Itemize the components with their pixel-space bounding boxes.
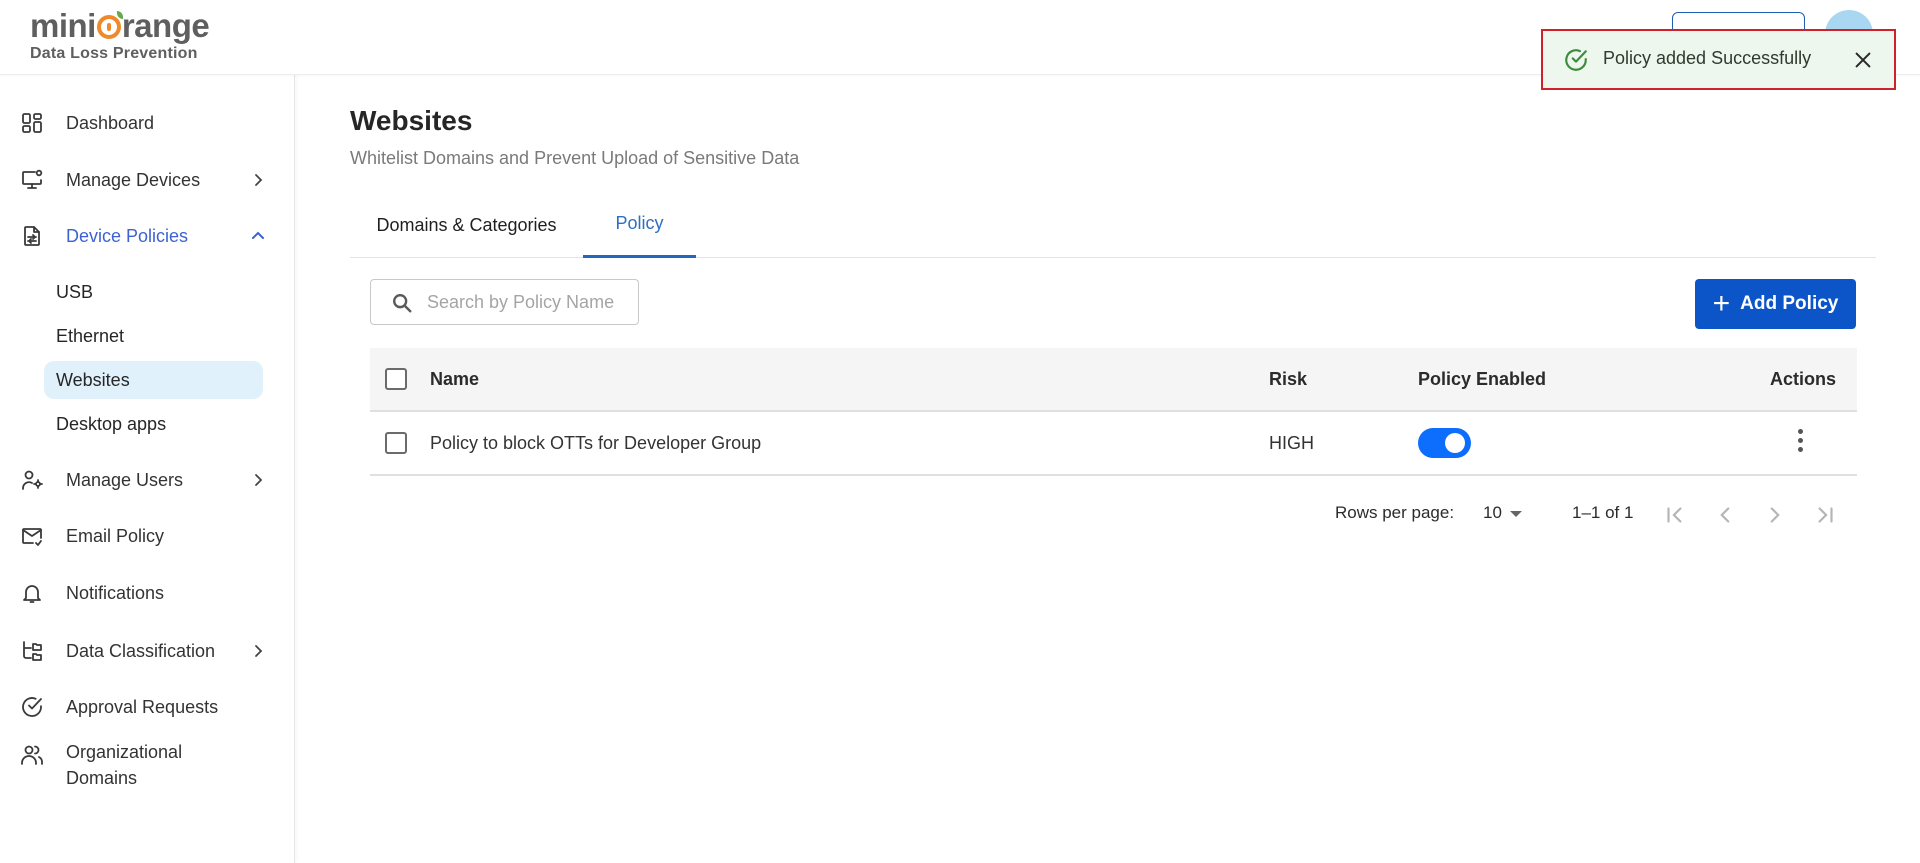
first-page-icon[interactable] [1662,502,1688,528]
sidebar-item-manage-users[interactable]: Manage Users [0,457,294,503]
sidebar-subitem-desktop-apps[interactable]: Desktop apps [44,405,263,443]
column-header-risk[interactable]: Risk [1269,348,1307,410]
chevron-right-icon [250,472,266,488]
pagination-range: 1–1 of 1 [1572,503,1634,522]
sidebar-item-approval-requests[interactable]: Approval Requests [0,684,294,730]
toggle-knob [1445,433,1465,453]
sidebar-item-email-policy[interactable]: Email Policy [0,513,294,559]
previous-page-icon[interactable] [1712,502,1738,528]
risk-cell: HIGH [1269,432,1314,453]
pagination: Rows per page: 10 1–1 of 1 [350,500,1857,530]
user-settings-icon [20,468,44,492]
next-page-icon[interactable] [1762,502,1788,528]
check-circle-icon [1563,47,1589,73]
sidebar-item-label: Dashboard [66,112,155,133]
sidebar-item-label: Notifications [66,582,165,603]
select-all-checkbox[interactable] [385,368,407,390]
policy-enabled-toggle[interactable] [1418,428,1471,458]
sidebar-subitem-ethernet[interactable]: Ethernet [44,317,263,355]
brand-subtitle: Data Loss Prevention [30,45,198,62]
bell-icon [20,581,44,605]
plus-icon: + [1712,287,1731,320]
mail-check-icon [20,524,44,548]
search-icon [391,292,413,314]
monitor-icon [20,168,44,192]
row-checkbox[interactable] [385,432,407,454]
check-circle-icon [20,695,44,719]
column-header-actions: Actions [1770,368,1837,389]
last-page-icon[interactable] [1812,502,1838,528]
label-line: Domains [66,768,138,788]
table-row[interactable]: Policy to block OTTs for Developer Group… [370,412,1857,476]
column-header-name[interactable]: Name [430,348,479,410]
label-line: Organizational [66,742,183,762]
dashboard-icon [20,111,44,135]
sidebar-item-label: Organizational Domains [66,739,182,791]
add-policy-label: Add Policy [1740,293,1839,314]
sidebar-item-label: Data Classification [66,640,216,661]
sidebar-item-dashboard[interactable]: Dashboard [0,100,294,146]
search-input[interactable] [427,288,627,316]
sidebar-subitem-websites[interactable]: Websites [44,361,263,399]
folder-tree-icon [20,639,44,663]
brand-name-part: mini [30,7,96,44]
policy-document-icon [20,224,44,248]
caret-down-icon[interactable] [1510,511,1522,517]
sidebar-item-organizational-domains[interactable]: Organizational Domains [0,739,294,799]
sidebar-item-label: Manage Devices [66,169,201,190]
rows-per-page-select[interactable]: 10 [1483,503,1502,523]
toast-message: Policy added Successfully [1603,48,1812,68]
sidebar-item-label: Manage Users [66,469,184,490]
tab-domains-categories[interactable]: Domains & Categories [350,192,583,258]
sidebar-item-data-classification[interactable]: Data Classification [0,628,294,674]
sidebar-item-label: Approval Requests [66,696,219,717]
sidebar-item-notifications[interactable]: Notifications [0,570,294,616]
sidebar-item-label: Device Policies [66,225,189,246]
close-icon[interactable] [1852,49,1874,71]
brand-name-part: range [121,7,210,44]
sidebar-item-manage-devices[interactable]: Manage Devices [0,157,294,203]
page-title: Websites [350,105,473,136]
sidebar-subitem-usb[interactable]: USB [44,273,263,311]
add-policy-button[interactable]: + Add Policy [1695,279,1856,329]
search-field[interactable] [370,279,639,325]
page-subtitle: Whitelist Domains and Prevent Upload of … [350,148,800,168]
rows-per-page-label: Rows per page: [1335,503,1455,522]
users-icon [20,743,44,767]
chevron-right-icon [250,643,266,659]
orange-lock-icon [96,11,123,39]
more-actions-icon[interactable] [1790,424,1810,456]
success-toast: Policy added Successfully [1541,29,1896,90]
sidebar-item-device-policies[interactable]: Device Policies [0,213,294,259]
policy-name-cell[interactable]: Policy to block OTTs for Developer Group [430,412,761,474]
chevron-up-icon [250,228,266,244]
tab-policy[interactable]: Policy [583,192,696,258]
tab-bar: Domains & Categories Policy [350,192,1876,258]
brand-logo[interactable]: mini range Data Loss Prevention [30,8,210,64]
chevron-right-icon [250,172,266,188]
table-header: Name Risk Policy Enabled Actions [370,348,1857,412]
column-header-policy-enabled[interactable]: Policy Enabled [1418,348,1546,410]
sidebar: Dashboard Manage Devices Device Policies… [0,75,295,863]
sidebar-item-label: Email Policy [66,525,165,546]
